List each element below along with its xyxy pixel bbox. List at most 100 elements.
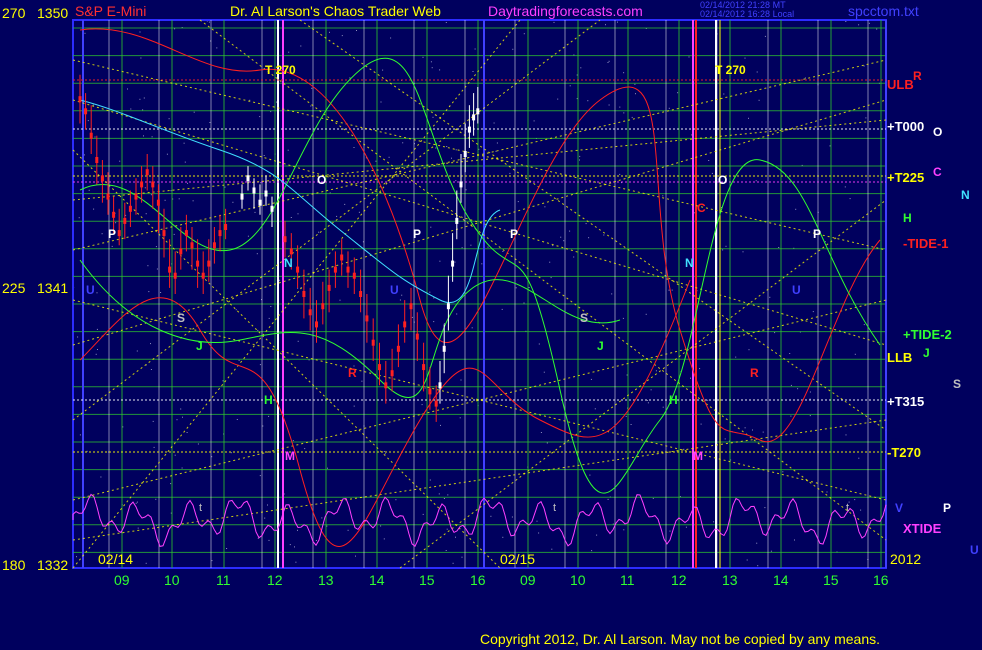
star-dot — [321, 517, 323, 519]
star-dot — [446, 146, 448, 147]
star-dot — [536, 520, 538, 522]
star-dot — [589, 474, 591, 476]
star-dot — [421, 404, 423, 406]
star-dot — [778, 247, 780, 248]
plot-frame — [72, 19, 887, 569]
star-dot — [617, 21, 618, 23]
y-label-270: 270 — [2, 5, 26, 21]
price-bar-body — [84, 108, 88, 115]
star-dot — [78, 217, 80, 219]
star-dot — [155, 498, 157, 500]
annot-h-right: H — [669, 393, 678, 407]
price-bar-body — [156, 199, 160, 206]
price-bar-body — [218, 230, 222, 237]
star-dot — [300, 45, 302, 47]
star-dot — [443, 498, 445, 499]
star-dot — [268, 539, 270, 541]
star-dot — [142, 109, 144, 111]
star-dot — [297, 529, 298, 531]
star-dot — [459, 417, 461, 419]
star-dot — [756, 542, 758, 544]
star-dot — [752, 429, 753, 431]
star-dot — [502, 536, 504, 538]
star-dot — [96, 328, 98, 330]
price-bar-body — [224, 224, 228, 230]
lattice-line — [399, 199, 887, 569]
price-bar-body — [340, 254, 344, 261]
star-dot — [439, 260, 441, 262]
price-bar-body — [352, 272, 356, 279]
star-dot — [399, 299, 401, 301]
price-bar-body — [422, 364, 426, 371]
star-dot — [353, 147, 355, 148]
star-dot — [742, 251, 744, 253]
star-dot — [635, 93, 636, 95]
star-dot — [708, 160, 710, 161]
star-dot — [148, 291, 150, 293]
price-bar-body — [289, 248, 293, 255]
star-dot — [290, 217, 292, 218]
star-dot — [238, 359, 240, 361]
star-dot — [849, 198, 851, 200]
star-dot — [192, 200, 194, 202]
star-dot — [650, 389, 652, 391]
star-dot — [523, 33, 525, 35]
star-dot — [528, 287, 530, 288]
star-dot — [580, 67, 582, 69]
price-bar-body — [112, 211, 116, 218]
hour-tick-label: 11 — [620, 572, 635, 588]
annot-o-left: O — [317, 173, 327, 187]
star-dot — [447, 494, 449, 496]
instrument-title: S&P E-Mini — [75, 3, 147, 19]
star-dot — [344, 203, 346, 205]
star-dot — [209, 122, 211, 123]
star-dot — [170, 483, 172, 485]
star-dot — [858, 457, 860, 459]
star-dot — [594, 408, 596, 410]
star-dot — [115, 222, 117, 224]
star-dot — [452, 562, 454, 564]
star-dot — [422, 513, 424, 515]
star-dot — [358, 211, 360, 213]
star-dot — [287, 149, 289, 151]
copyright-footer: Copyright 2012, Dr. Al Larson. May not b… — [480, 631, 881, 647]
star-dot — [550, 277, 552, 279]
star-dot — [150, 369, 152, 370]
star-dot — [460, 379, 462, 381]
price-bar-body — [315, 321, 318, 328]
price-bar-body — [123, 217, 127, 224]
price-bar-body — [415, 333, 419, 340]
annot-r-left: R — [348, 366, 357, 380]
star-dot — [804, 77, 806, 79]
price-bar-body — [321, 303, 325, 310]
star-dot — [845, 434, 847, 436]
star-dot — [76, 556, 77, 558]
star-dot — [96, 292, 98, 294]
star-dot — [789, 353, 791, 354]
star-dot — [557, 98, 559, 100]
star-dot — [690, 377, 691, 379]
annot-t270-left: T 270 — [265, 63, 296, 77]
price-bar-body — [264, 190, 268, 197]
price-bar-body — [346, 266, 350, 273]
star-dot — [512, 48, 514, 50]
star-dot — [495, 150, 497, 152]
star-dot — [560, 236, 562, 238]
star-dot — [590, 378, 592, 380]
star-dot — [186, 432, 188, 433]
indicator-curve — [79, 57, 881, 494]
star-dot — [156, 268, 158, 270]
star-dot — [349, 77, 351, 79]
price-bar-body — [78, 96, 82, 103]
star-dot — [812, 311, 814, 313]
level-label-xtide: XTIDE — [903, 521, 942, 536]
legend-letter-c: C — [933, 165, 942, 179]
star-dot — [257, 329, 259, 331]
star-dot — [623, 529, 625, 531]
star-dot — [390, 37, 392, 39]
star-dot — [136, 350, 138, 352]
star-dot — [155, 246, 157, 248]
star-dot — [433, 321, 435, 323]
star-dot — [197, 443, 199, 445]
y-label-1350: 1350 — [37, 5, 69, 21]
